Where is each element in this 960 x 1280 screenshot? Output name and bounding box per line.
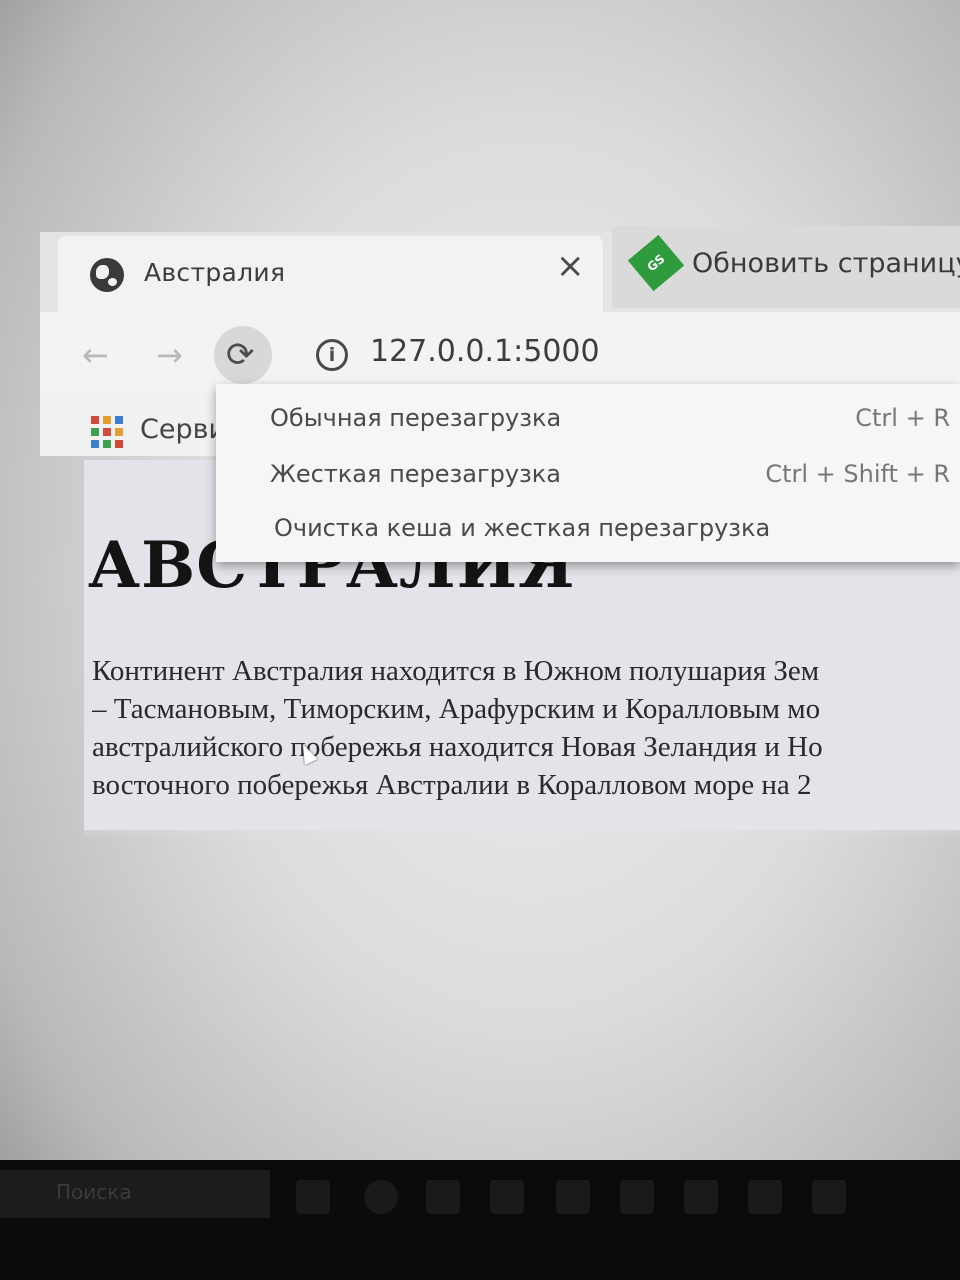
menu-item-hard-reload[interactable]: Жесткая перезагрузка Ctrl + Shift + R (216, 450, 960, 504)
app-icon[interactable] (490, 1180, 524, 1214)
chrome-icon[interactable] (364, 1180, 398, 1214)
reload-icon[interactable]: ⟳ (226, 336, 255, 374)
tab2-title: Обновить страницу с (692, 248, 960, 279)
forward-arrow-icon[interactable]: → (156, 336, 183, 374)
page-paragraph: Континент Австралия находится в Южном по… (92, 652, 960, 804)
menu-item-label: Очистка кеша и жесткая перезагрузка (274, 514, 771, 542)
task-view-icon[interactable] (296, 1180, 330, 1214)
app-icon-4[interactable] (812, 1180, 846, 1214)
address-bar[interactable]: 127.0.0.1:5000 (370, 334, 600, 369)
menu-item-shortcut: Ctrl + Shift + R (765, 460, 950, 488)
mail-icon[interactable] (620, 1180, 654, 1214)
taskbar-search-box[interactable] (0, 1170, 270, 1218)
paragraph-line: – Тасмановым, Тиморским, Арафурским и Ко… (92, 693, 821, 725)
bookmark-services[interactable]: Серви (140, 414, 226, 445)
paragraph-line: восточного побережья Австралии в Коралло… (92, 769, 812, 801)
globe-icon (90, 258, 124, 292)
store-icon[interactable] (556, 1180, 590, 1214)
menu-item-shortcut: Ctrl + R (855, 404, 950, 432)
info-icon[interactable]: i (316, 339, 348, 371)
page-content-fade (84, 800, 960, 840)
taskbar-search-text: Поиска (56, 1180, 132, 1204)
tab-australia[interactable] (58, 236, 603, 312)
screen: Австралия × GS Обновить страницу с ← → ⟳… (0, 0, 960, 1280)
tab-title: Австралия (144, 258, 286, 287)
back-arrow-icon[interactable]: ← (82, 336, 109, 374)
folder-icon[interactable] (426, 1180, 460, 1214)
tab-close-icon[interactable]: × (556, 248, 585, 284)
menu-item-clear-cache-hard-reload[interactable]: Очистка кеша и жесткая перезагрузка (216, 504, 960, 558)
app-icon-2[interactable] (684, 1180, 718, 1214)
apps-grid-icon[interactable] (91, 416, 123, 448)
paragraph-line: австралийского побережья находится Новая… (92, 731, 823, 763)
menu-item-label: Обычная перезагрузка (270, 404, 562, 432)
paragraph-line: Континент Австралия находится в Южном по… (92, 655, 820, 687)
menu-item-normal-reload[interactable]: Обычная перезагрузка Ctrl + R (216, 394, 960, 448)
menu-item-label: Жесткая перезагрузка (270, 460, 561, 488)
app-icon-3[interactable] (748, 1180, 782, 1214)
reload-menu: Обычная перезагрузка Ctrl + R Жесткая пе… (216, 384, 960, 562)
